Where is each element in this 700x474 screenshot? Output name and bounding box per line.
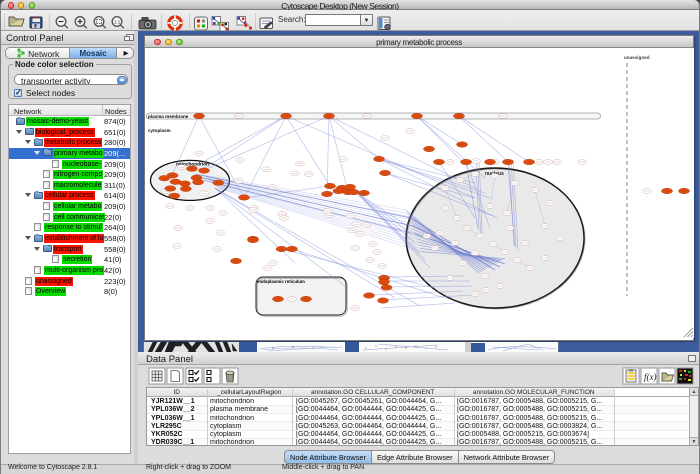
svg-text:cytoplasm: cytoplasm xyxy=(148,128,171,133)
svg-text:1:1: 1:1 xyxy=(114,19,121,24)
svg-text:endoplasmic reticulum: endoplasmic reticulum xyxy=(257,279,305,284)
svg-text:unassigned: unassigned xyxy=(624,55,650,60)
svg-text:plasma membrane: plasma membrane xyxy=(148,114,189,119)
svg-text:f(x): f(x) xyxy=(644,372,657,382)
